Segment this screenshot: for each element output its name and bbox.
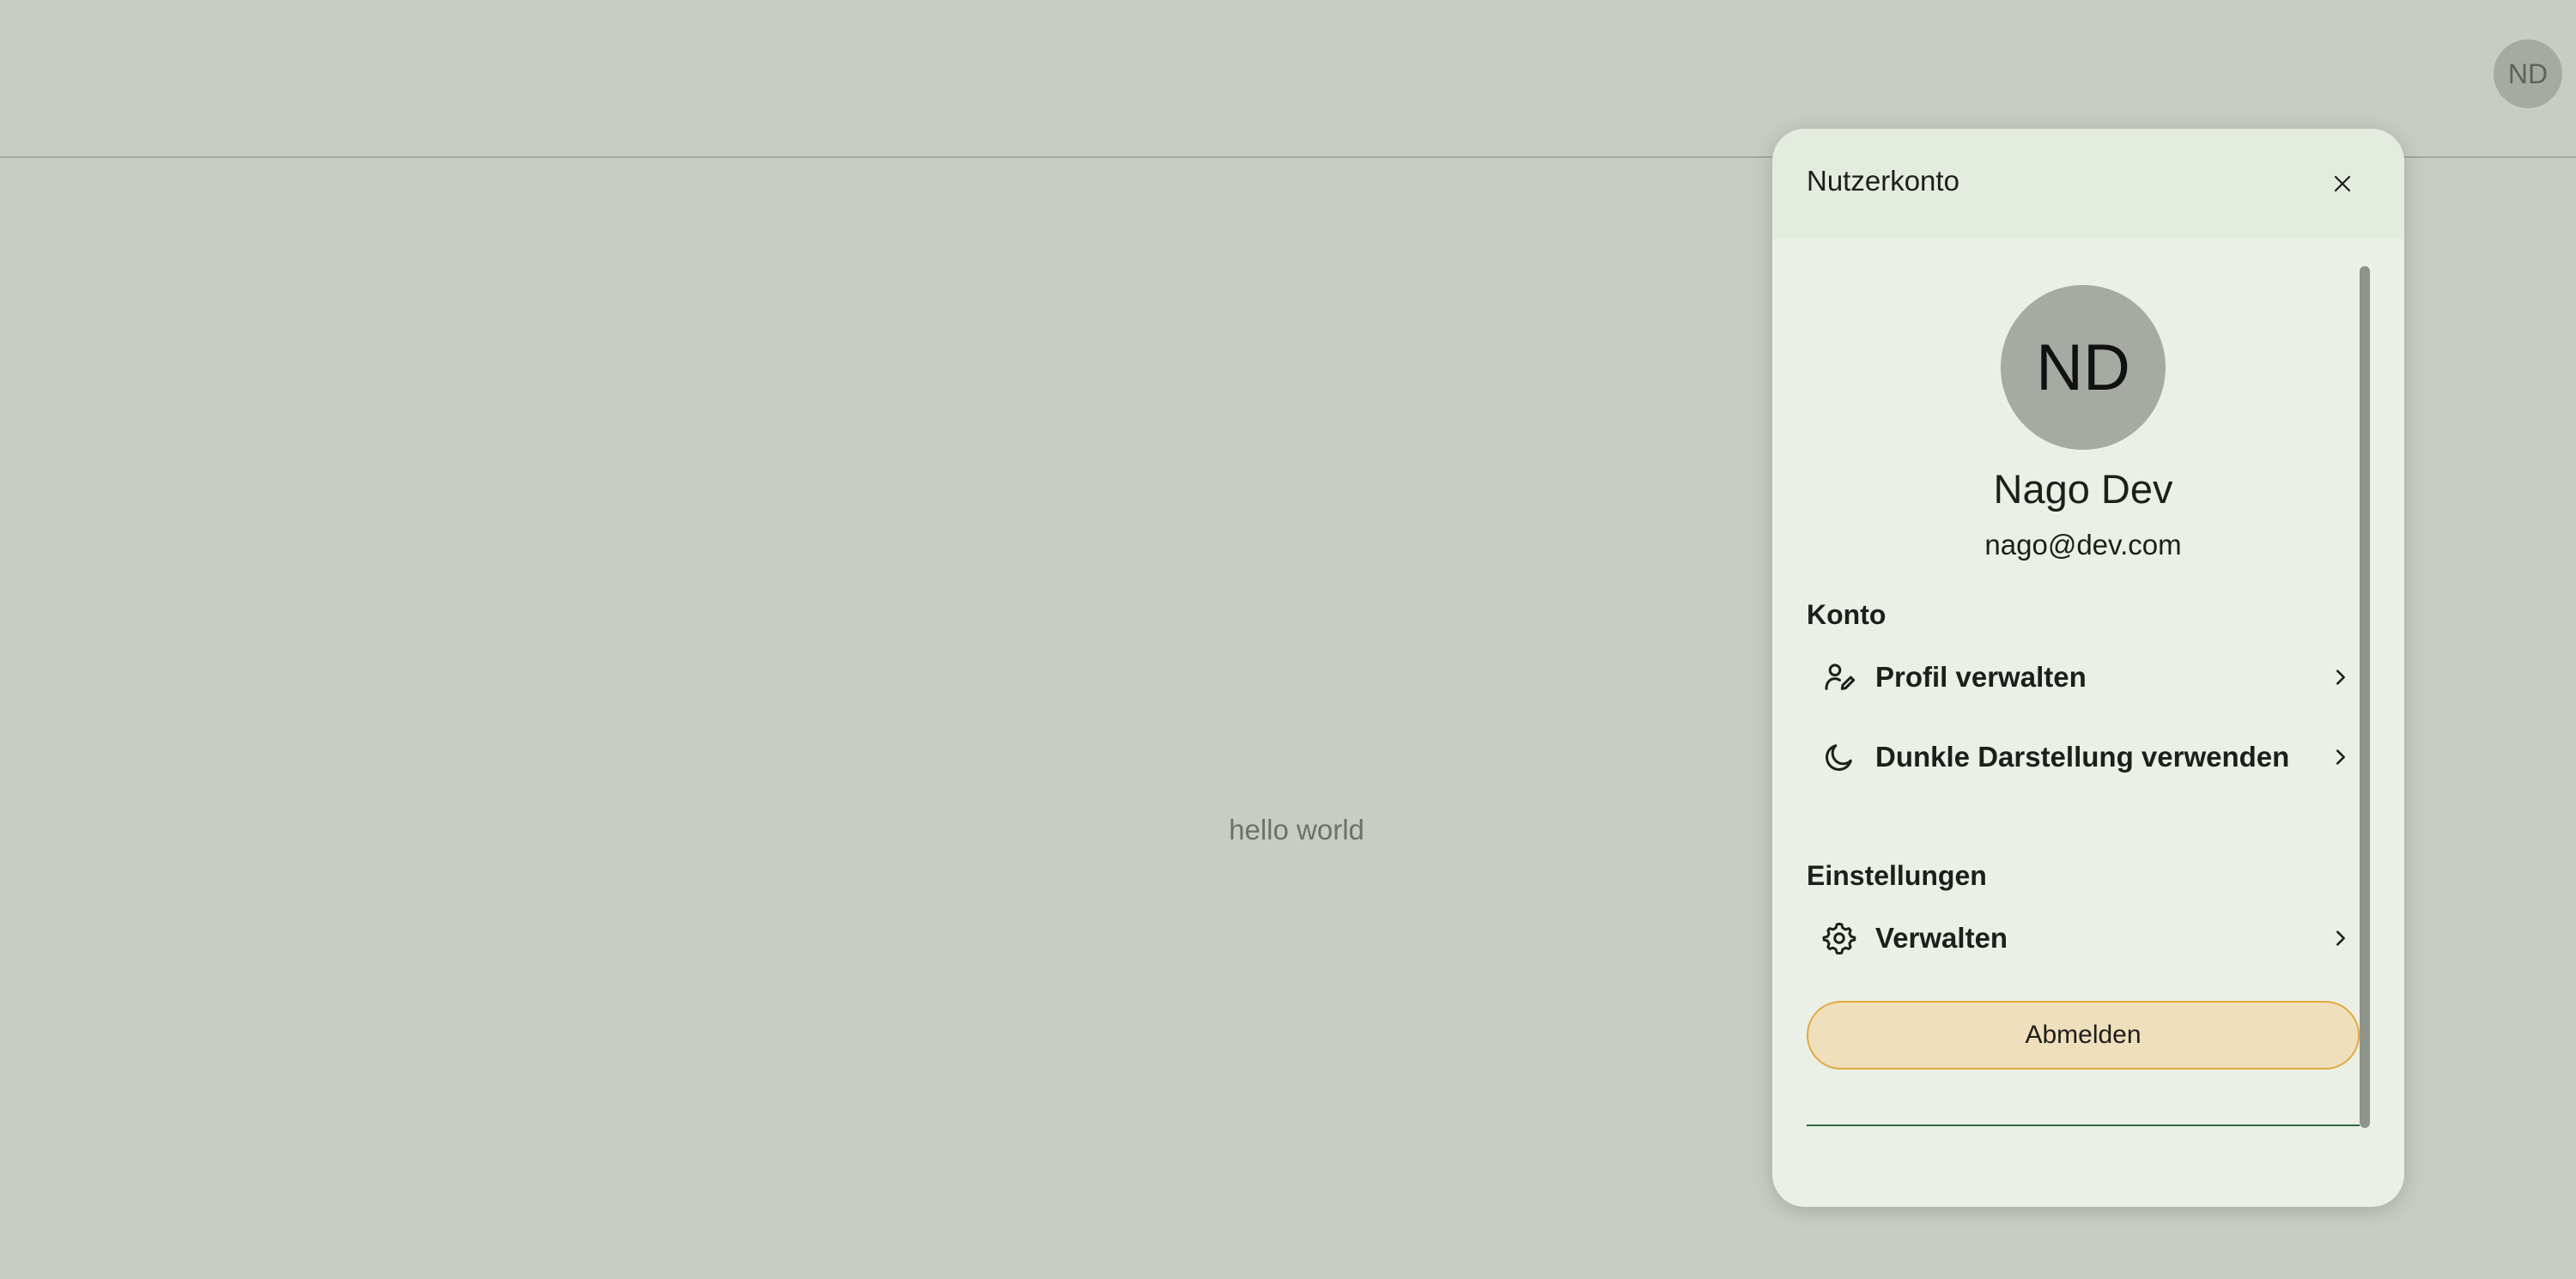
user-avatar-button[interactable]: ND <box>2494 39 2562 108</box>
menu-item-dark-mode[interactable]: Dunkle Darstellung verwenden <box>1807 711 2360 803</box>
scrollbar[interactable] <box>2360 266 2370 1128</box>
logout-button[interactable]: Abmelden <box>1807 1001 2360 1070</box>
user-name: Nago Dev <box>1993 466 2173 512</box>
account-panel: Nutzerkonto ND Nago Dev nago@dev.com Kon… <box>1772 129 2404 1207</box>
section-title-konto: Konto <box>1807 599 1886 630</box>
menu-item-label: Profil verwalten <box>1875 661 2087 693</box>
divider <box>1807 1124 2360 1126</box>
close-icon <box>2334 175 2351 192</box>
gear-icon <box>1819 918 1860 959</box>
chevron-right-icon <box>2327 924 2354 952</box>
profile-avatar: ND <box>2001 285 2166 450</box>
section-title-einstellungen: Einstellungen <box>1807 860 1987 891</box>
chevron-right-icon <box>2327 743 2354 771</box>
user-email: nago@dev.com <box>1984 529 2182 561</box>
moon-icon <box>1819 736 1860 778</box>
menu-item-label: Dunkle Darstellung verwenden <box>1875 741 2290 773</box>
panel-title: Nutzerkonto <box>1807 165 1959 197</box>
close-button[interactable] <box>2322 163 2363 204</box>
menu-item-manage[interactable]: Verwalten <box>1807 908 2360 968</box>
menu-item-label: Verwalten <box>1875 922 2008 954</box>
panel-header: Nutzerkonto <box>1772 129 2404 239</box>
menu-item-profile[interactable]: Profil verwalten <box>1807 647 2360 707</box>
chevron-right-icon <box>2327 664 2354 691</box>
content-text: hello world <box>1229 814 1364 846</box>
user-edit-icon <box>1819 657 1860 698</box>
